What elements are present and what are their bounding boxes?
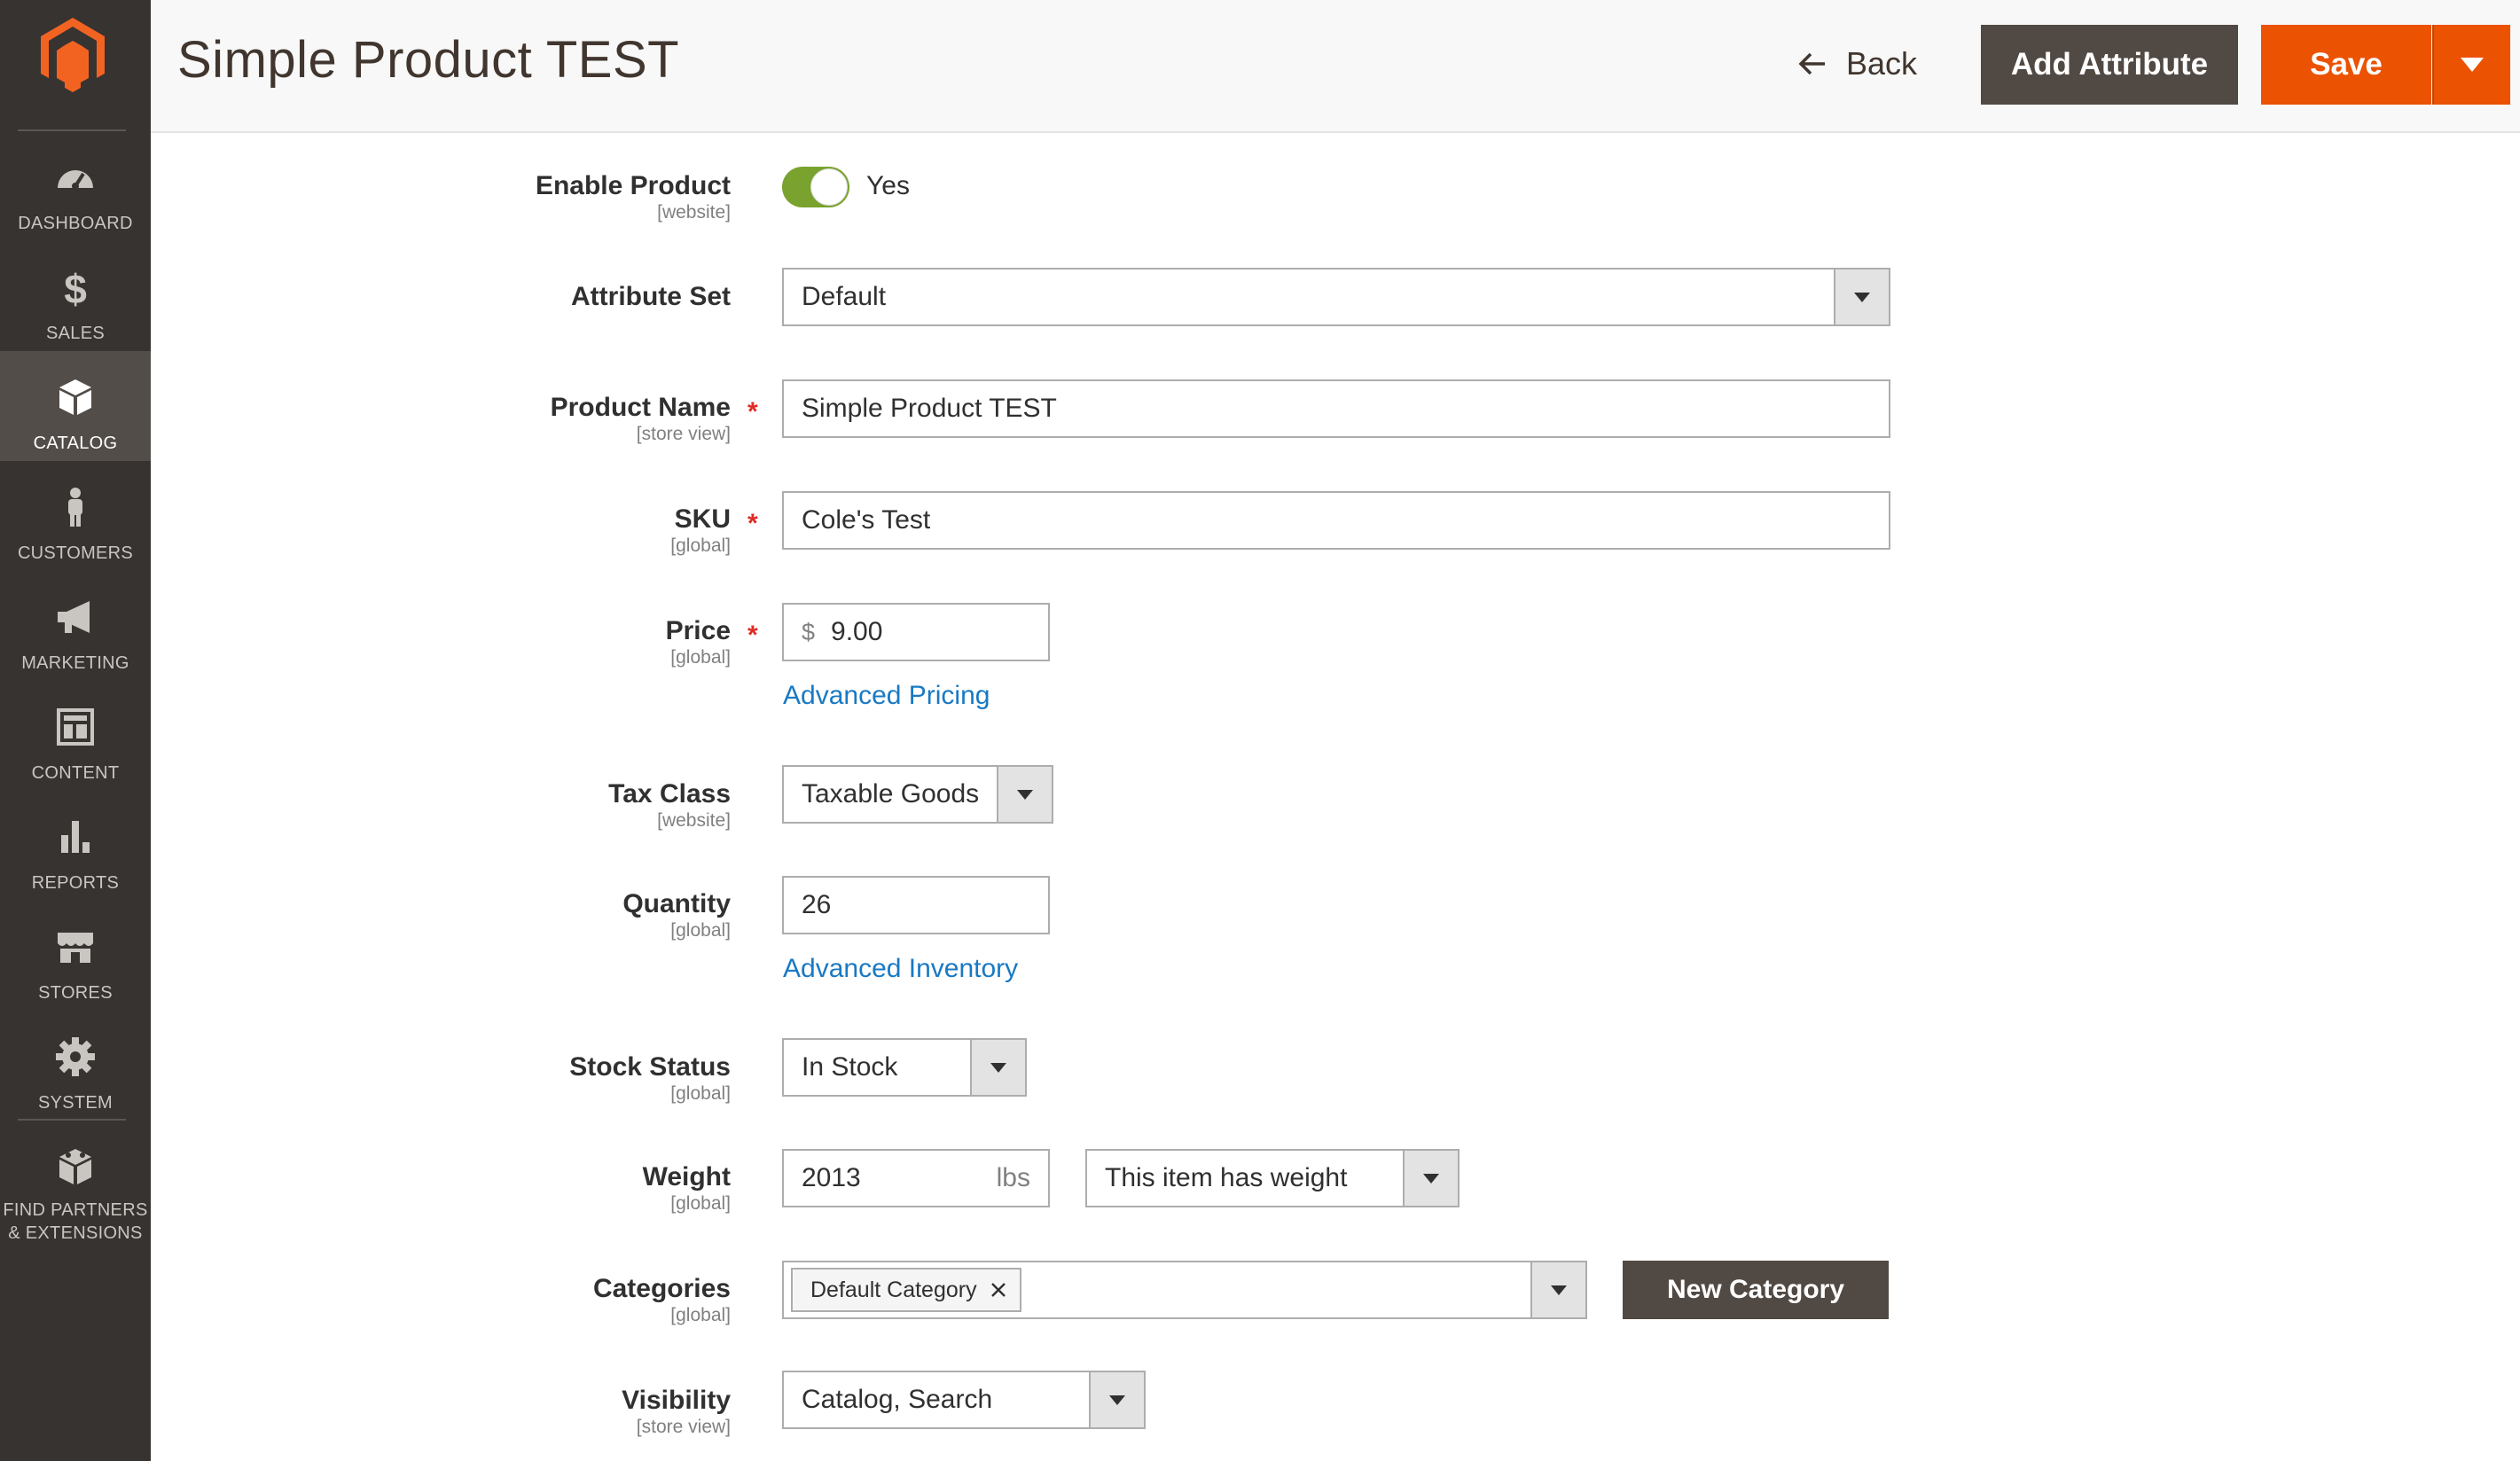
- attribute-set-label: Attribute Set: [571, 282, 731, 311]
- visibility-value: Catalog, Search: [802, 1385, 993, 1414]
- price-value: 9.00: [831, 617, 883, 646]
- stock-status-select[interactable]: In Stock: [782, 1038, 1027, 1097]
- visibility-select[interactable]: Catalog, Search: [782, 1371, 1146, 1429]
- sku-value: Cole's Test: [802, 505, 931, 535]
- save-button[interactable]: Save: [2261, 25, 2431, 105]
- sidebar-item-label: MARKETING: [21, 653, 129, 673]
- tax-class-select[interactable]: Taxable Goods: [782, 765, 1053, 824]
- sidebar-item-reports[interactable]: REPORTS: [0, 791, 151, 901]
- customer-person-icon: [68, 488, 82, 527]
- currency-symbol: $: [802, 618, 816, 645]
- quantity-value: 26: [802, 890, 832, 919]
- has-weight-select[interactable]: This item has weight: [1085, 1149, 1460, 1207]
- dollar-icon: $: [64, 266, 87, 309]
- sidebar-item-marketing[interactable]: MARKETING: [0, 571, 151, 681]
- page-header: Simple Product TEST Back Add Attribute S…: [151, 0, 2520, 133]
- sku-input[interactable]: Cole's Test: [782, 491, 1890, 550]
- weight-label: Weight [global]: [642, 1162, 731, 1214]
- sidebar-item-label: REPORTS: [31, 873, 120, 893]
- required-asterisk: *: [747, 397, 758, 426]
- advanced-pricing-link[interactable]: Advanced Pricing: [783, 681, 990, 711]
- back-button[interactable]: Back: [1798, 39, 1917, 89]
- sidebar-item-stores[interactable]: STORES: [0, 901, 151, 1011]
- product-name-label: Product Name [store view]: [550, 393, 731, 444]
- sku-label: SKU [global]: [670, 504, 731, 556]
- weight-unit: lbs: [996, 1163, 1030, 1192]
- attribute-set-select[interactable]: Default: [782, 268, 1890, 326]
- chevron-down-icon: [1089, 1372, 1144, 1427]
- toggle-knob: [810, 168, 848, 206]
- sidebar-item-label: CONTENT: [31, 763, 120, 783]
- arrow-left-icon: [1798, 52, 1825, 75]
- page-title: Simple Product TEST: [177, 31, 680, 89]
- dashboard-icon: [58, 170, 93, 190]
- sidebar-item-label: CATALOG: [33, 434, 118, 453]
- enable-product-toggle[interactable]: [782, 167, 849, 207]
- sidebar-item-label: SALES: [46, 324, 105, 343]
- bar-chart-icon: [61, 821, 90, 853]
- weight-input[interactable]: 2013 lbs: [782, 1149, 1050, 1207]
- magento-logo-icon[interactable]: [41, 18, 105, 92]
- back-label: Back: [1846, 45, 1918, 82]
- advanced-inventory-link[interactable]: Advanced Inventory: [783, 954, 1018, 984]
- catalog-box-icon: [59, 379, 91, 415]
- sidebar-item-content[interactable]: CONTENT: [0, 681, 151, 791]
- chevron-down-icon: [1834, 270, 1889, 324]
- enable-product-value: Yes: [866, 171, 910, 200]
- stock-status-label: Stock Status [global]: [569, 1052, 731, 1104]
- caret-down-icon: [2461, 58, 2484, 72]
- sidebar-item-system[interactable]: SYSTEM: [0, 1011, 151, 1121]
- required-asterisk: *: [747, 509, 758, 538]
- price-input[interactable]: $ 9.00: [782, 603, 1050, 661]
- categories-label: Categories [global]: [592, 1274, 731, 1325]
- category-chip-label: Default Category: [810, 1277, 977, 1302]
- save-options-toggle[interactable]: [2432, 25, 2510, 105]
- chevron-down-icon: [1403, 1151, 1458, 1206]
- tax-class-value: Taxable Goods: [802, 779, 980, 809]
- sidebar-item-label: STORES: [38, 983, 113, 1003]
- sidebar-item-label: DASHBOARD: [18, 214, 133, 233]
- close-icon[interactable]: [990, 1281, 1007, 1299]
- has-weight-value: This item has weight: [1105, 1163, 1348, 1192]
- enable-product-label: Enable Product [website]: [535, 171, 731, 223]
- sidebar-item-label: SYSTEM: [37, 1093, 113, 1113]
- sidebar-item-dashboard[interactable]: DASHBOARD: [0, 131, 151, 241]
- quantity-input[interactable]: 26: [782, 876, 1050, 934]
- sidebar-item-label: CUSTOMERS: [17, 543, 134, 563]
- sidebar-item-customers[interactable]: CUSTOMERS: [0, 461, 151, 571]
- attribute-set-value: Default: [802, 282, 887, 311]
- quantity-label: Quantity [global]: [622, 889, 731, 941]
- extensions-blocks-icon: [59, 1149, 91, 1184]
- product-name-input[interactable]: Simple Product TEST: [782, 379, 1890, 438]
- add-attribute-button[interactable]: Add Attribute: [1981, 25, 2238, 105]
- megaphone-icon: [58, 601, 90, 633]
- stock-status-value: In Stock: [802, 1052, 898, 1082]
- weight-value: 2013: [802, 1163, 861, 1192]
- admin-sidebar: DASHBOARD $ SALES CATALOG CUSTOMERS MARK…: [0, 0, 151, 1461]
- chevron-down-icon: [970, 1040, 1025, 1095]
- product-name-value: Simple Product TEST: [802, 394, 1057, 423]
- price-label: Price [global]: [665, 616, 731, 668]
- new-category-button[interactable]: New Category: [1623, 1261, 1889, 1319]
- sidebar-item-catalog[interactable]: CATALOG: [0, 351, 151, 461]
- required-asterisk: *: [747, 621, 758, 650]
- chevron-down-icon: [1530, 1262, 1585, 1317]
- chevron-down-icon: [997, 767, 1052, 822]
- sidebar-item-sales[interactable]: $ SALES: [0, 241, 151, 351]
- sidebar-item-find-partners[interactable]: FIND PARTNERS & EXTENSIONS: [0, 1121, 151, 1254]
- svg-text:$: $: [64, 266, 87, 309]
- storefront-icon: [58, 933, 93, 963]
- visibility-label: Visibility [store view]: [622, 1386, 731, 1437]
- gear-icon: [56, 1037, 95, 1076]
- sidebar-item-label: FIND PARTNERS & EXTENSIONS: [3, 1200, 148, 1243]
- category-chip: Default Category: [791, 1268, 1021, 1312]
- tax-class-label: Tax Class [website]: [608, 779, 731, 831]
- content-layout-icon: [57, 708, 94, 746]
- categories-multiselect[interactable]: Default Category: [782, 1261, 1587, 1319]
